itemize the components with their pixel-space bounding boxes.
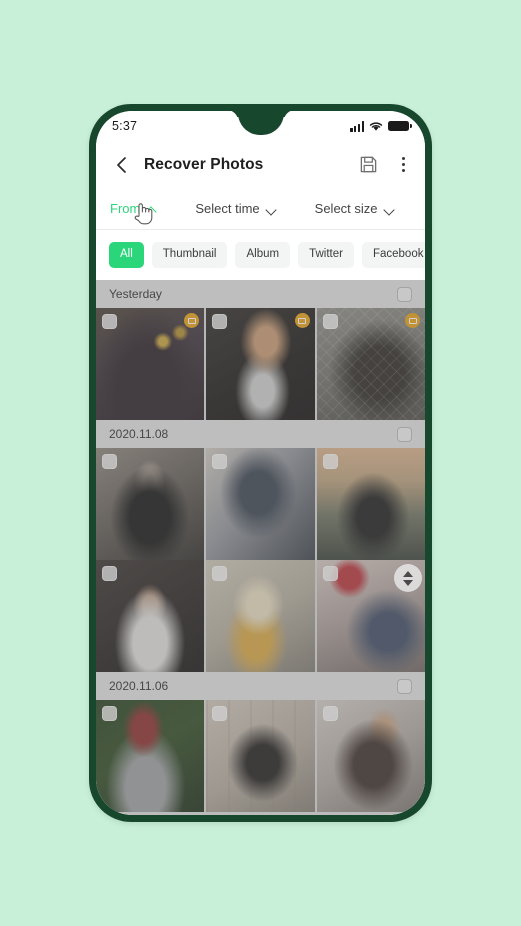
photo-checkbox[interactable] (322, 454, 338, 469)
photo-checkbox[interactable] (102, 706, 117, 721)
overflow-menu-button[interactable] (396, 155, 411, 174)
phone-screen: 5:37 Recover Photos From Select time Sel… (96, 111, 425, 815)
kebab-dot (402, 163, 405, 166)
photo-row (96, 308, 425, 420)
app-bar: Recover Photos (96, 141, 425, 188)
wifi-icon (369, 121, 383, 131)
filter-from-label: From (110, 201, 141, 216)
photo-checkbox[interactable] (102, 454, 117, 469)
chip-all[interactable]: All (109, 242, 144, 268)
filter-select-size[interactable]: Select size (315, 201, 395, 216)
photo-cell[interactable] (96, 448, 205, 560)
section-select-all-checkbox[interactable] (397, 678, 412, 694)
cloud-source-badge-icon (294, 313, 310, 328)
section-select-all-checkbox[interactable] (397, 286, 412, 302)
chip-thumbnail[interactable]: Thumbnail (151, 242, 228, 268)
chevron-down-icon (266, 205, 277, 212)
photo-checkbox[interactable] (102, 566, 117, 581)
photo-checkbox[interactable] (212, 706, 228, 721)
photo-cell[interactable] (206, 700, 315, 812)
floppy-disk-save-icon (360, 156, 377, 173)
chevron-down-icon (384, 205, 395, 212)
chevron-left-icon (116, 156, 126, 173)
scrollbar-knob[interactable] (394, 564, 422, 592)
filter-select-size-label: Select size (314, 201, 378, 216)
section-date-label: 2020.11.08 (109, 427, 169, 441)
chip-twitter[interactable]: Twitter (298, 242, 354, 268)
section-date-label: 2020.11.06 (109, 679, 169, 693)
photo-checkbox[interactable] (212, 314, 228, 329)
photo-checkbox[interactable] (212, 566, 228, 581)
chip-facebook[interactable]: Facebook (361, 242, 425, 268)
photo-row (96, 448, 425, 560)
section-header-20201106: 2020.11.06 (96, 672, 425, 700)
filter-select-time-label: Select time (195, 201, 260, 216)
photo-checkbox[interactable] (322, 314, 338, 329)
save-button[interactable] (359, 155, 378, 174)
photo-cell[interactable] (206, 448, 315, 560)
photo-cell[interactable] (206, 308, 315, 420)
photo-checkbox[interactable] (212, 454, 228, 469)
kebab-dot (402, 157, 405, 160)
section-header-20201108: 2020.11.08 (96, 420, 425, 448)
triangle-down-icon (403, 579, 413, 586)
phone-frame: 5:37 Recover Photos From Select time Sel… (89, 104, 432, 822)
source-filter-chips: All Thumbnail Album Twitter Facebook (96, 230, 425, 280)
photo-cell[interactable] (316, 308, 425, 420)
photo-grid-area: Yesterday 2020.11.08 2020.11.06 (96, 280, 425, 815)
filter-select-time[interactable]: Select time (195, 201, 276, 216)
section-select-all-checkbox[interactable] (397, 426, 412, 442)
photo-cell[interactable] (316, 700, 425, 812)
photo-row (96, 700, 425, 812)
chevron-up-icon (146, 205, 157, 212)
kebab-dot (402, 169, 405, 172)
photo-cell[interactable] (316, 448, 425, 560)
battery-icon (388, 120, 412, 132)
signal-bars-icon (350, 121, 364, 132)
filter-from[interactable]: From (110, 201, 157, 216)
photo-cell[interactable] (96, 560, 205, 672)
section-date-label: Yesterday (109, 287, 162, 301)
chip-album[interactable]: Album (235, 242, 291, 268)
photo-scroll-container[interactable]: Yesterday 2020.11.08 2020.11.06 (96, 280, 425, 815)
section-header-yesterday: Yesterday (96, 280, 425, 308)
photo-row (96, 560, 425, 672)
photo-checkbox[interactable] (322, 566, 338, 581)
page-title: Recover Photos (144, 155, 264, 173)
back-button[interactable] (110, 154, 132, 176)
photo-checkbox[interactable] (322, 706, 338, 721)
status-time: 5:37 (112, 119, 138, 133)
photo-checkbox[interactable] (102, 314, 117, 329)
photo-cell[interactable] (96, 700, 205, 812)
photo-cell[interactable] (96, 308, 205, 420)
photo-cell[interactable] (206, 560, 315, 672)
cloud-source-badge-icon (405, 313, 420, 328)
filter-row: From Select time Select size (96, 188, 425, 230)
triangle-up-icon (403, 570, 413, 577)
